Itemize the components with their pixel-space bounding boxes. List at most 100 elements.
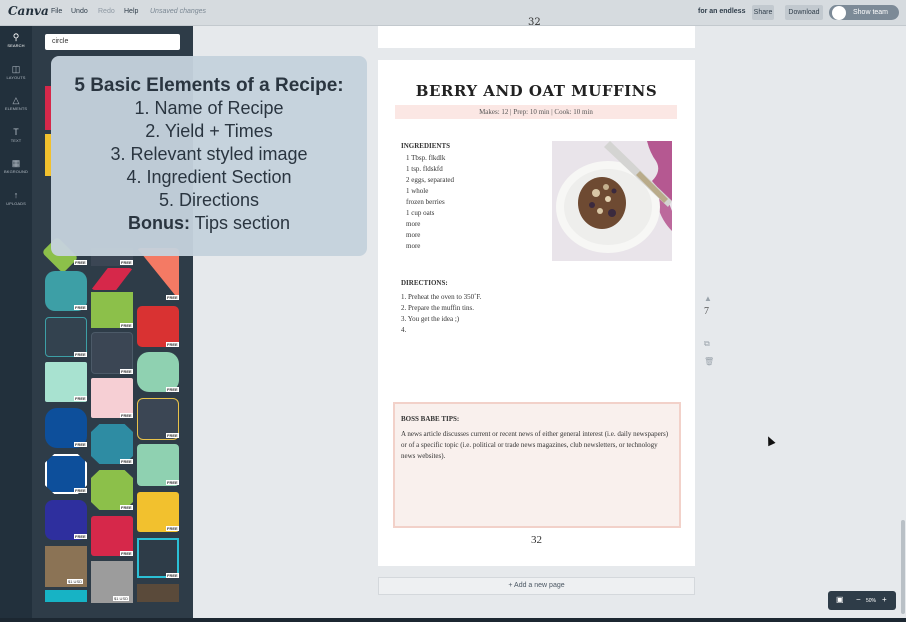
note-bonus-text: Tips section [189,213,291,233]
previous-page-number: 32 [528,17,541,28]
ingredient-item: frozen berries [406,198,445,206]
free-badge: FREE [120,260,133,265]
previous-page[interactable] [378,26,695,48]
design-name[interactable]: for an endless [698,8,745,15]
element-tile[interactable] [137,352,179,392]
element-tile[interactable] [137,538,179,578]
element-tile[interactable] [91,516,133,556]
free-badge: FREE [74,396,87,401]
free-badge: FREE [120,551,133,556]
elements-icon: △ [12,95,20,105]
note-item: 1. Name of Recipe [134,98,284,118]
element-tile[interactable] [45,317,87,357]
menu-redo[interactable]: Redo [98,8,115,15]
zoom-out-icon[interactable]: − [856,595,861,605]
ingredient-item: 1 whole [406,187,429,195]
rail-background-label: BKGROUND [4,169,28,174]
team-toggle-knob[interactable] [832,6,846,20]
direction-step: 3. You get the idea ;) [401,315,460,323]
menu-file[interactable]: File [51,8,62,15]
element-tile[interactable] [45,590,87,602]
rail-uploads[interactable]: ↑ UPLOADS [0,190,32,206]
text-icon: T [13,127,19,137]
free-badge: FREE [120,459,133,464]
bottom-edge [0,618,906,622]
note-item: 5. Directions [158,190,260,210]
note-bonus: Bonus: Tips section [51,212,367,235]
menu-undo[interactable]: Undo [71,8,88,15]
free-badge: FREE [166,387,179,392]
element-tile[interactable] [137,306,179,347]
ingredient-item: more [406,231,421,239]
upload-icon: ↑ [13,190,19,200]
ingredient-item: 1 Tbsp. flkdlk [406,153,454,164]
top-bar: Canva File Undo Redo Help Unsaved change… [0,0,906,26]
price-badge: $1 USD [113,596,130,601]
add-page-button[interactable]: + Add a new page [378,577,695,595]
ingredient-item: 1 tsp. fldskfd [406,164,454,175]
canva-logo[interactable]: Canva [8,4,49,18]
note-title: 5 Basic Elements of a Recipe: [74,75,344,96]
ingredients-list[interactable]: 1 Tbsp. flkdlk 1 tsp. fldskfd 2 eggs, se… [406,153,454,252]
free-badge: FREE [74,352,87,357]
free-badge: FREE [166,573,179,578]
delete-page-icon[interactable]: 🗑 [704,357,714,366]
free-badge: FREE [120,369,133,374]
page-index: 7 [704,306,709,317]
note-bonus-label: Bonus: [127,213,190,233]
copy-page-icon[interactable]: ⧉ [704,339,710,349]
menu-help[interactable]: Help [124,8,138,15]
free-badge: FREE [166,526,179,531]
present-icon[interactable]: ▣ [836,595,844,605]
element-tile[interactable] [91,470,133,510]
rail-search[interactable]: ⚲ SEARCH [0,32,32,48]
page-number[interactable]: 32 [378,534,695,546]
ingredient-item: more [406,220,421,228]
price-badge: $1 USD [67,579,84,584]
zoom-in-icon[interactable]: + [882,595,887,605]
layouts-icon: ◫ [11,64,21,74]
element-tile[interactable] [91,378,133,418]
directions-heading[interactable]: DIRECTIONS: [401,279,448,287]
free-badge: FREE [166,480,179,485]
element-tile[interactable] [91,332,133,374]
recipe-elements-note: 5 Basic Elements of a Recipe: 1. Name of… [51,56,367,256]
element-tile[interactable] [91,268,133,290]
move-up-icon[interactable]: ▲ [704,294,712,303]
rail-background[interactable]: ▦ BKGROUND [0,158,32,174]
directions-list[interactable]: 1. Preheat the oven to 350˚F. 2. Prepare… [401,292,482,336]
recipe-title[interactable]: BERRY AND OAT MUFFINS [378,82,695,100]
direction-step: 4. [401,326,407,334]
rail-text[interactable]: T TEXT [0,127,32,143]
note-item: 2. Yield + Times [145,121,273,141]
rail-layouts[interactable]: ◫ LAYOUTS [0,64,32,80]
download-button[interactable]: Download [785,5,823,20]
zoom-level[interactable]: 50% [866,596,876,606]
rail-search-label: SEARCH [7,43,25,48]
element-tile[interactable] [91,424,133,464]
element-tile[interactable] [137,584,179,602]
share-button[interactable]: Share [752,5,774,20]
rail-elements[interactable]: △ ELEMENTS [0,95,32,111]
free-badge: FREE [120,413,133,418]
tips-body[interactable]: A news article discusses current or rece… [401,429,673,462]
ingredients-heading[interactable]: INGREDIENTS [401,142,450,150]
rail-text-label: TEXT [10,138,22,143]
tips-heading[interactable]: BOSS BABE TIPS: [401,415,459,423]
rail-elements-label: ELEMENTS [4,106,28,111]
unsaved-status: Unsaved changes [150,8,207,15]
yield-times-bar[interactable]: Makes: 12 | Prep: 10 min | Cook: 10 min [395,105,677,119]
free-badge: FREE [74,260,87,265]
muffin-image [552,141,672,261]
scrollbar-thumb[interactable] [901,520,905,614]
note-item: 4. Ingredient Section [126,167,292,187]
search-input[interactable]: circle [45,34,180,50]
rail-layouts-label: LAYOUTS [6,75,26,80]
direction-step: 1. Preheat the oven to 350˚F. [401,293,482,301]
muffin-photo[interactable] [552,141,672,261]
free-badge: FREE [166,433,179,438]
free-badge: FREE [120,323,133,328]
ingredient-item: 2 eggs, separated [406,176,455,184]
direction-step: 2. Prepare the muffin tins. [401,304,474,312]
left-rail: ⚲ SEARCH ◫ LAYOUTS △ ELEMENTS T TEXT ▦ B… [0,26,32,622]
